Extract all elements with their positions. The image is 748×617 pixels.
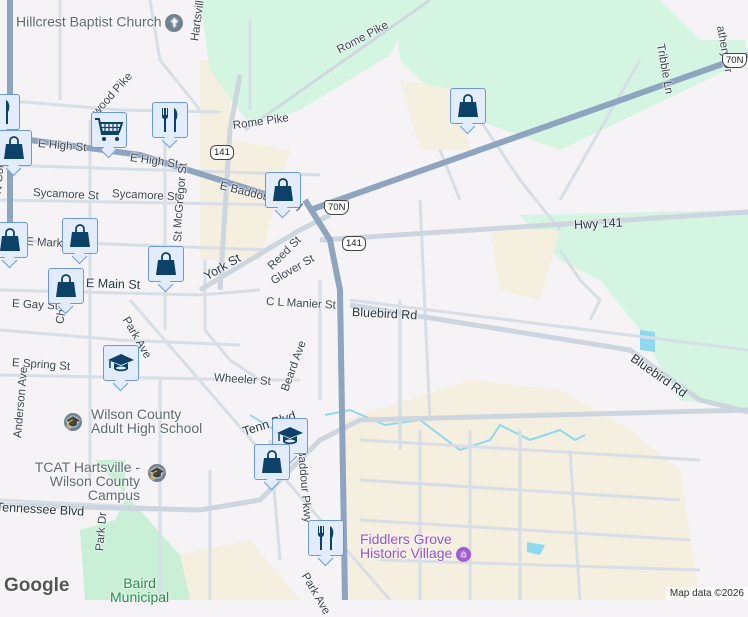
map-marker-restaurant[interactable] [308, 520, 344, 556]
poi-label: Adult High School [91, 420, 203, 436]
church-cross-icon: ✝ [165, 14, 184, 32]
poi-label: Municipal [110, 589, 170, 605]
school-icon: 🎓 [64, 413, 82, 431]
poi-label: Fiddlers Grove [360, 531, 452, 547]
google-logo: Google [4, 575, 70, 596]
school-icon [108, 354, 134, 372]
street-label-hwy-141: Hwy 141 [573, 215, 623, 232]
shopping-bag-icon [56, 274, 76, 297]
poi-wilson-county-adult-high-school[interactable]: 🎓 Wilson County Adult High School [64, 407, 202, 435]
shopping-bag-icon [262, 450, 282, 473]
map-marker-shopping-cart[interactable] [91, 112, 127, 148]
shopping-cart-icon [95, 118, 124, 141]
street-label-e-main-st: E Main St [85, 276, 141, 292]
map-marker-restaurant[interactable] [0, 94, 20, 130]
poi-tcat-hartsville[interactable]: TCAT Hartsville - Wilson County Campus 🎓 [0, 459, 166, 503]
shopping-bag-icon [70, 224, 90, 247]
map-marker-shopping-bag[interactable] [48, 268, 84, 304]
poi-label: Baird [123, 575, 156, 591]
map-marker-shopping-bag[interactable] [0, 222, 28, 258]
school-icon: 🎓 [148, 464, 166, 482]
map-marker-shopping-bag[interactable] [265, 172, 301, 208]
restaurant-icon [0, 100, 10, 124]
shopping-bag-icon [273, 178, 293, 201]
poi-label: Historic Village ⌂ [360, 546, 472, 562]
route-141-shield: 141 [210, 145, 234, 160]
shopping-bag-icon [458, 94, 478, 117]
map-data-attribution[interactable]: Map data ©2026 [665, 587, 748, 600]
map-marker-shopping-bag[interactable] [254, 444, 290, 480]
museum-icon: ⌂ [456, 546, 472, 562]
poi-label: Wilson County Campus [49, 473, 140, 503]
map-marker-restaurant[interactable] [152, 102, 188, 138]
poi-label: Hillcrest Baptist Church [16, 13, 162, 30]
shopping-bag-icon [156, 252, 176, 275]
poi-fiddlers-grove-historic-village[interactable]: Fiddlers Grove Historic Village ⌂ [360, 531, 472, 562]
map-marker-shopping-bag[interactable] [148, 246, 184, 282]
map-marker-shopping-bag[interactable] [0, 130, 32, 166]
poi-label: TCAT Hartsville - [34, 459, 140, 475]
us-70n-shield: 70N [324, 200, 350, 215]
shopping-bag-icon [4, 136, 24, 159]
map-marker-school[interactable] [103, 345, 139, 381]
map-marker-shopping-bag[interactable] [62, 218, 98, 254]
poi-hillcrest-baptist-church[interactable]: Hillcrest Baptist Church ✝ [16, 13, 184, 32]
restaurant-icon [317, 526, 334, 550]
restaurant-icon [161, 108, 178, 132]
route-141-shield: 141 [342, 236, 366, 251]
poi-label: Wilson County [91, 406, 182, 422]
street-label-st: St [172, 230, 185, 243]
shopping-bag-icon [0, 228, 20, 251]
school-icon [277, 427, 303, 445]
us-70n-shield: 70N [722, 53, 748, 68]
map-marker-shopping-bag[interactable] [450, 88, 486, 124]
